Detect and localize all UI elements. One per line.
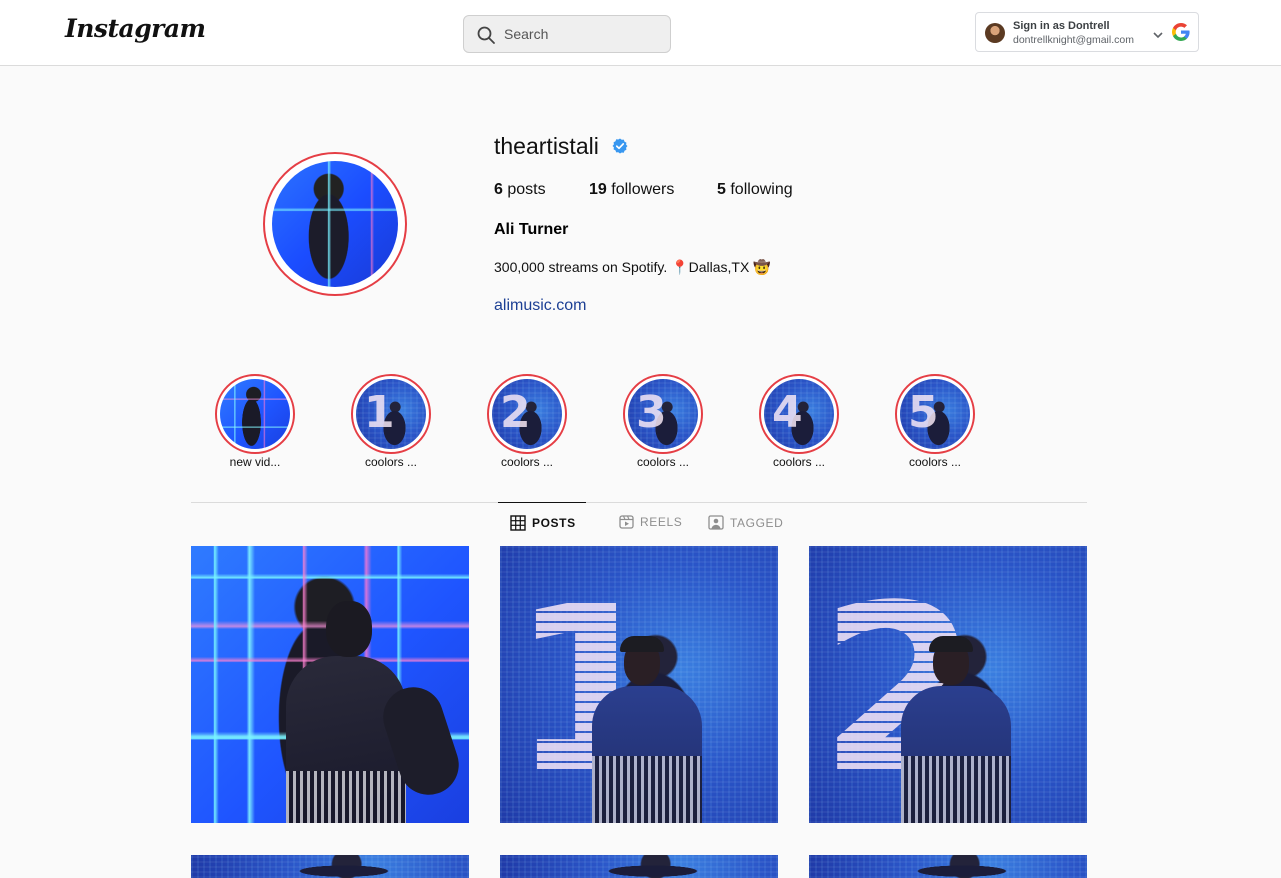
- story-highlight[interactable]: 4 coolors ...: [749, 374, 849, 474]
- highlight-number: 5: [908, 387, 939, 438]
- highlight-number: 2: [500, 387, 531, 438]
- search-icon: [477, 26, 495, 44]
- post-thumbnail[interactable]: [809, 855, 1087, 878]
- instagram-logo[interactable]: Instagram: [65, 14, 206, 43]
- highlight-label: coolors ...: [364, 455, 418, 469]
- highlight-cover: 4: [764, 379, 834, 449]
- post-thumbnail[interactable]: [191, 546, 469, 823]
- reels-icon: [619, 515, 634, 529]
- search-box[interactable]: [463, 15, 671, 53]
- followers-count: 19: [589, 181, 607, 198]
- search-input[interactable]: [504, 24, 664, 44]
- highlight-cover: 2: [492, 379, 562, 449]
- tab-reels-label: REELS: [640, 515, 683, 529]
- highlight-cover: 5: [900, 379, 970, 449]
- followers-link[interactable]: 19 followers: [589, 181, 674, 199]
- post-thumbnail[interactable]: 2: [809, 546, 1087, 823]
- highlight-cover: 1: [356, 379, 426, 449]
- post-figure-stripes: [592, 756, 702, 823]
- highlight-cover: 3: [628, 379, 698, 449]
- tab-posts-label: POSTS: [532, 516, 576, 530]
- followers-label: followers: [611, 181, 675, 198]
- profile-username: theartistali: [494, 133, 599, 159]
- grid-icon: [510, 515, 526, 531]
- story-highlight[interactable]: 5 coolors ...: [885, 374, 985, 474]
- chevron-down-icon[interactable]: [1153, 32, 1163, 39]
- profile-bio: 300,000 streams on Spotify. 📍Dallas,TX 🤠: [494, 259, 771, 276]
- following-label: following: [730, 181, 793, 198]
- tab-tagged[interactable]: TAGGED: [708, 515, 783, 530]
- highlight-ring: 1: [351, 374, 431, 454]
- highlight-ring: 4: [759, 374, 839, 454]
- highlight-label: coolors ...: [908, 455, 962, 469]
- google-signin-title: Sign in as Dontrell: [1013, 20, 1110, 32]
- post-thumbnail[interactable]: 1: [500, 546, 778, 823]
- post-thumbnail[interactable]: [191, 855, 469, 878]
- bio-location: Dallas,TX: [688, 259, 754, 275]
- post-figure-cap: [620, 636, 664, 652]
- tab-posts[interactable]: POSTS: [510, 515, 576, 531]
- highlight-label: coolors ...: [772, 455, 826, 469]
- highlight-ring: 2: [487, 374, 567, 454]
- highlight-label: coolors ...: [500, 455, 554, 469]
- profile-full-name: Ali Turner: [494, 221, 569, 238]
- post-figure-head: [326, 601, 372, 657]
- location-pin-icon: 📍: [671, 259, 689, 275]
- post-figure-cap: [929, 636, 973, 652]
- post-figure-stripes: [286, 771, 406, 823]
- profile-avatar[interactable]: [263, 152, 407, 296]
- tabs-divider: [191, 502, 1087, 503]
- bio-text: 300,000 streams on Spotify.: [494, 259, 672, 275]
- profile-photo: [272, 161, 398, 287]
- google-account-avatar: [985, 23, 1005, 43]
- highlight-cover: [220, 379, 290, 449]
- tab-reels[interactable]: REELS: [619, 515, 682, 529]
- post-figure-stripes: [901, 756, 1011, 823]
- highlight-ring: [215, 374, 295, 454]
- highlight-ring: 3: [623, 374, 703, 454]
- google-signin-prompt[interactable]: Sign in as Dontrell dontrellknight@gmail…: [975, 12, 1199, 52]
- google-signin-email: dontrellknight@gmail.com: [1013, 34, 1134, 46]
- story-highlight[interactable]: 3 coolors ...: [613, 374, 713, 474]
- active-tab-indicator: [498, 502, 586, 503]
- post-thumbnail[interactable]: [500, 855, 778, 878]
- highlight-number: 3: [636, 387, 667, 438]
- highlight-label: new vid...: [229, 455, 281, 469]
- posts-count-stat: 6 posts: [494, 181, 546, 199]
- story-highlight[interactable]: 1 coolors ...: [341, 374, 441, 474]
- highlight-number: 4: [772, 387, 803, 438]
- story-highlight[interactable]: 2 coolors ...: [477, 374, 577, 474]
- story-highlight[interactable]: new vid...: [205, 374, 305, 474]
- verified-badge-icon: [612, 138, 628, 154]
- highlight-number: 1: [364, 387, 395, 438]
- following-count: 5: [717, 181, 726, 198]
- highlight-ring: 5: [895, 374, 975, 454]
- highlight-label: coolors ...: [636, 455, 690, 469]
- top-navigation-bar: Instagram Sign in as Dontrell dontrellkn…: [0, 0, 1281, 66]
- google-logo-icon: [1172, 23, 1190, 41]
- profile-website-link[interactable]: alimusic.com: [494, 297, 586, 315]
- following-link[interactable]: 5 following: [717, 181, 793, 199]
- tab-tagged-label: TAGGED: [730, 515, 784, 530]
- posts-count: 6: [494, 181, 503, 198]
- cowboy-emoji-icon: 🤠: [753, 259, 771, 275]
- posts-label: posts: [507, 181, 546, 198]
- tagged-icon: [708, 515, 724, 530]
